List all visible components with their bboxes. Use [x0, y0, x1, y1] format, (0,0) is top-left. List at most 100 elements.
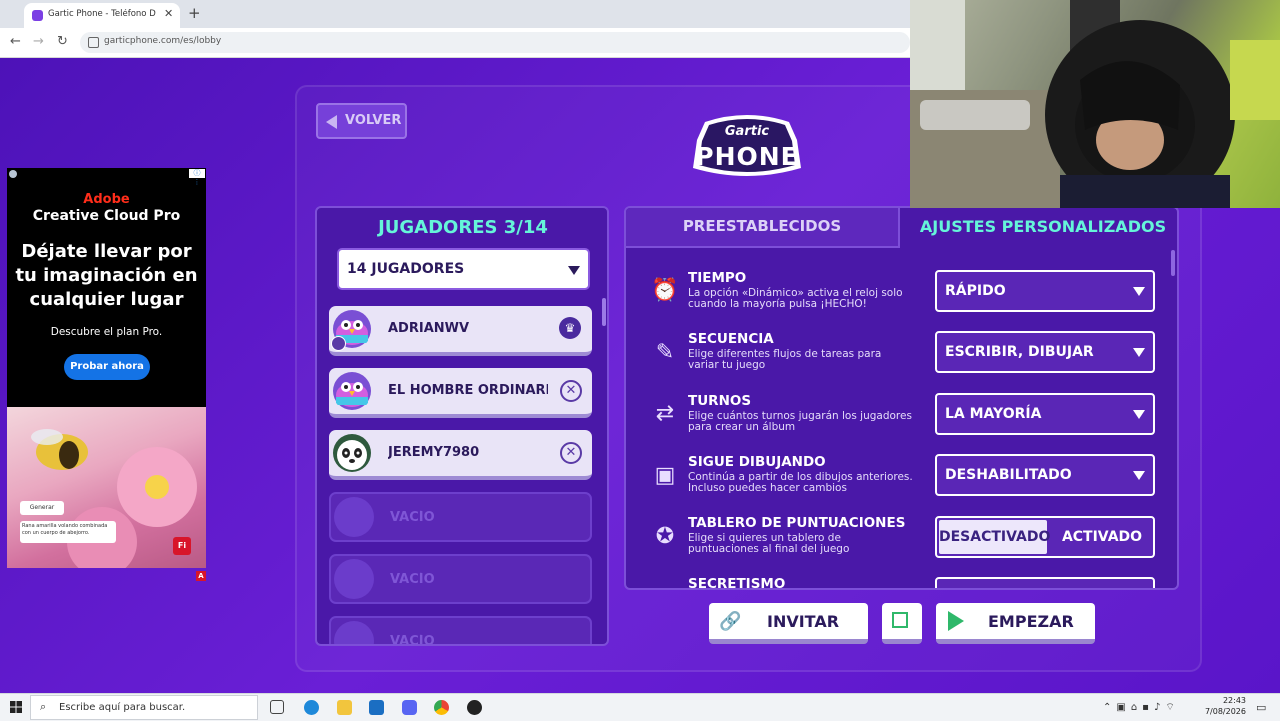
setting-description: Elige si quieres un tablero de puntuacio…	[688, 532, 850, 555]
setting-description: Continúa a partir de los dibujos anterio…	[688, 471, 913, 494]
turns-select[interactable]: LA MAYORÍA	[935, 393, 1155, 435]
time-select[interactable]: RÁPIDO	[935, 270, 1155, 312]
empty-slot-label: VACÍO	[390, 510, 435, 525]
ad-info-icon[interactable]	[9, 170, 17, 178]
ad-cta-button[interactable]: Probar ahora	[64, 354, 150, 380]
empty-slot-label: VACÍO	[390, 634, 435, 646]
taskbar-search-input[interactable]: ⌕ Escribe aquí para buscar.	[30, 695, 258, 720]
kick-player-button[interactable]: ✕	[560, 442, 582, 464]
ad-subtext: Descubre el plan Pro.	[50, 326, 163, 338]
qr-code-button[interactable]	[882, 603, 922, 644]
crown-icon: ♛	[559, 317, 581, 339]
start-button[interactable]: EMPEZAR	[936, 603, 1095, 644]
setting-title: SIGUE DIBUJANDO	[688, 454, 826, 470]
url-text: garticphone.com/es/lobby	[104, 36, 222, 46]
gartic-favicon-icon	[32, 10, 43, 21]
system-tray-icons[interactable]: ⌃▣⌂▪♪⌔	[1103, 701, 1180, 714]
logo-gartic-text: Gartic	[724, 124, 770, 139]
discord-icon[interactable]	[402, 700, 417, 715]
chevron-down-icon	[1133, 471, 1145, 480]
empty-avatar-icon	[334, 621, 374, 644]
players-scrollbar[interactable]	[602, 298, 606, 326]
search-icon: ⌕	[40, 700, 47, 713]
player-card: ADRIANWV ♛	[329, 306, 592, 356]
chevron-down-icon	[1133, 287, 1145, 296]
edge-browser-icon[interactable]	[304, 700, 319, 715]
chevron-down-icon	[568, 266, 580, 275]
invite-label: INVITAR	[767, 612, 840, 631]
reload-icon[interactable]: ↻	[57, 34, 68, 49]
tab-custom-settings[interactable]: AJUSTES PERSONALIZADOS	[904, 217, 1177, 236]
keep-drawing-select[interactable]: DESHABILITADO	[935, 454, 1155, 496]
site-info-icon[interactable]	[88, 37, 99, 48]
settings-scrollbar[interactable]	[1171, 250, 1175, 276]
time-value: RÁPIDO	[945, 283, 1006, 299]
back-arrow-icon[interactable]: ←	[10, 34, 21, 49]
max-players-select[interactable]: 14 JUGADORES	[337, 248, 590, 290]
alarm-clock-icon: ⏰	[651, 278, 679, 303]
obs-icon[interactable]	[467, 700, 482, 715]
player-name: JEREMY7980	[388, 445, 480, 460]
close-tab-icon[interactable]: ✕	[164, 7, 173, 20]
ad-choices-icon[interactable]: ⓘ ⋮	[189, 169, 205, 186]
start-label: EMPEZAR	[988, 612, 1074, 631]
empty-slot: VACÍO	[329, 492, 592, 542]
scoreboard-toggle: DESACTIVADO ACTIVADO	[935, 516, 1155, 558]
new-tab-icon[interactable]: +	[188, 4, 201, 22]
back-triangle-icon	[326, 115, 337, 129]
ad-headline: Déjate llevar por tu imaginación en cual…	[15, 241, 198, 310]
pencil-speech-icon: ✎	[655, 340, 675, 365]
tab-presets[interactable]: PREESTABLECIDOS	[626, 208, 900, 248]
invite-button[interactable]: 🔗 INVITAR	[709, 603, 868, 644]
logo-phone-text: PHONE	[695, 142, 799, 171]
browser-tab[interactable]: Gartic Phone - Teléfono Descon ✕	[24, 3, 180, 28]
ad-banner[interactable]: ⓘ ⋮ Adobe Creative Cloud Pro Déjate llev…	[7, 168, 206, 568]
turns-arrows-icon: ⇄	[655, 401, 675, 426]
setting-title: TURNOS	[688, 393, 752, 409]
ad-flower-bee-image: Generar Rana amarilla volando combinada …	[7, 407, 206, 568]
file-explorer-icon[interactable]	[337, 700, 352, 715]
clock-time[interactable]: 22:43	[1208, 696, 1246, 705]
settings-panel: PREESTABLECIDOS AJUSTES PERSONALIZADOS ⏰…	[624, 206, 1179, 590]
setting-title: SECRETISMO	[688, 576, 786, 590]
forward-arrow-icon[interactable]: →	[33, 34, 44, 49]
browser-tab-bar: Gartic Phone - Teléfono Descon ✕ +	[0, 0, 910, 28]
setting-description: La opción «Dinámico» activa el reloj sol…	[688, 287, 903, 310]
kick-player-button[interactable]: ✕	[560, 380, 582, 402]
setting-title: TABLERO DE PUNTUACIONES	[688, 515, 906, 531]
setting-title: SECUENCIA	[688, 331, 774, 347]
empty-slot: VACÍO	[329, 554, 592, 604]
adobe-logo-icon: A	[196, 571, 206, 581]
clock-date[interactable]: 7/08/2026	[1200, 707, 1246, 716]
chevron-down-icon	[1133, 348, 1145, 357]
store-icon[interactable]	[369, 700, 384, 715]
sequence-value: ESCRIBIR, DIBUJAR	[945, 344, 1094, 360]
qr-code-icon	[892, 612, 908, 628]
player-name: ADRIANWV	[388, 321, 470, 336]
secrecy-toggle[interactable]	[935, 577, 1155, 588]
panda-avatar-icon	[333, 434, 371, 472]
search-placeholder: Escribe aquí para buscar.	[59, 702, 186, 713]
empty-slot: VACÍO	[329, 616, 592, 646]
windows-start-icon[interactable]	[10, 701, 22, 713]
scoreboard-off-option[interactable]: DESACTIVADO	[939, 520, 1050, 554]
firefly-logo-icon: Fi	[173, 537, 191, 555]
sequence-select[interactable]: ESCRIBIR, DIBUJAR	[935, 331, 1155, 373]
empty-slot-label: VACÍO	[390, 572, 435, 587]
chrome-icon[interactable]	[434, 700, 449, 715]
player-card: EL HOMBRE ORDINARIO ✕	[329, 368, 592, 418]
task-view-icon[interactable]	[270, 700, 284, 714]
player-name: EL HOMBRE ORDINARIO	[388, 383, 548, 398]
tab-presets-label: PREESTABLECIDOS	[682, 217, 842, 235]
medal-icon: ✪	[655, 524, 675, 549]
url-field[interactable]: garticphone.com/es/lobby	[80, 32, 910, 53]
setting-title: TIEMPO	[688, 270, 747, 286]
user-badge-icon	[331, 336, 346, 351]
chevron-down-icon	[1133, 410, 1145, 419]
drawing-image-icon: ▣	[654, 463, 676, 488]
bird-avatar-icon	[333, 372, 371, 410]
back-button[interactable]: VOLVER	[316, 103, 407, 139]
notifications-icon[interactable]: ▭	[1256, 701, 1266, 714]
turns-value: LA MAYORÍA	[945, 406, 1042, 422]
scoreboard-on-option[interactable]: ACTIVADO	[1051, 520, 1153, 554]
